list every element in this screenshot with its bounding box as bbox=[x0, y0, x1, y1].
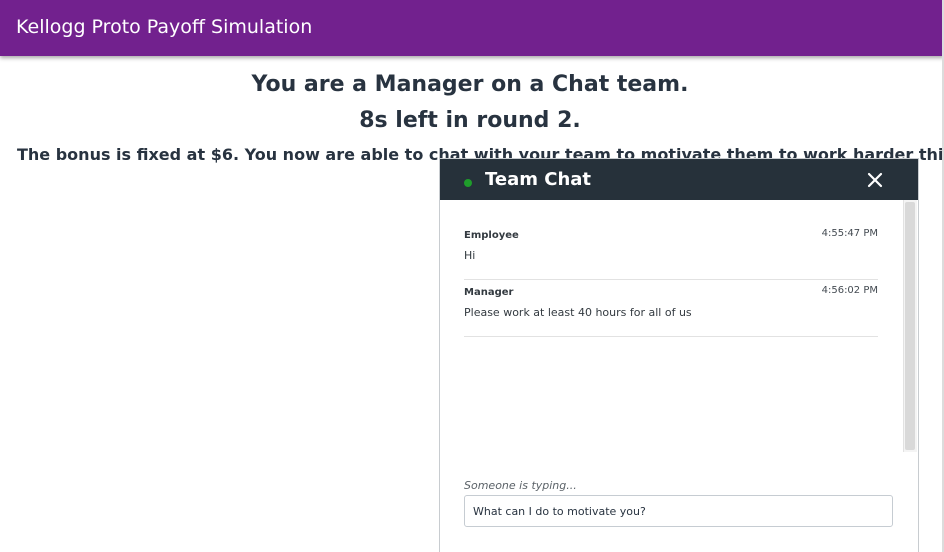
chat-message: Employee 4:55:47 PM Hi bbox=[464, 228, 878, 280]
message-list[interactable]: Employee 4:55:47 PM Hi Manager 4:56:02 P… bbox=[440, 200, 903, 452]
chat-message-input[interactable] bbox=[464, 495, 893, 527]
scrollbar-thumb[interactable] bbox=[905, 202, 915, 450]
message-scrollbar[interactable] bbox=[903, 200, 917, 452]
chat-header: Team Chat bbox=[440, 159, 918, 200]
chat-message: Manager 4:56:02 PM Please work at least … bbox=[464, 285, 878, 337]
app-frame: Kellogg Proto Payoff Simulation You are … bbox=[0, 0, 944, 552]
online-status-dot bbox=[464, 179, 472, 187]
round-timer: 8s left in round 2. bbox=[359, 108, 581, 133]
message-author: Manager bbox=[464, 287, 514, 298]
message-text: Please work at least 40 hours for all of… bbox=[464, 306, 692, 319]
app-title: Kellogg Proto Payoff Simulation bbox=[16, 16, 313, 38]
message-timestamp: 4:56:02 PM bbox=[821, 285, 878, 296]
message-timestamp: 4:55:47 PM bbox=[821, 228, 878, 239]
chat-title: Team Chat bbox=[485, 169, 592, 190]
message-author: Employee bbox=[464, 230, 519, 241]
typing-indicator: Someone is typing... bbox=[464, 479, 577, 492]
message-text: Hi bbox=[464, 249, 476, 262]
team-chat-panel: Team Chat Employee 4:55:47 PM Hi Manager… bbox=[439, 158, 919, 552]
top-bar: Kellogg Proto Payoff Simulation bbox=[0, 0, 942, 56]
role-heading: You are a Manager on a Chat team. bbox=[251, 72, 689, 97]
close-icon[interactable] bbox=[866, 171, 884, 189]
